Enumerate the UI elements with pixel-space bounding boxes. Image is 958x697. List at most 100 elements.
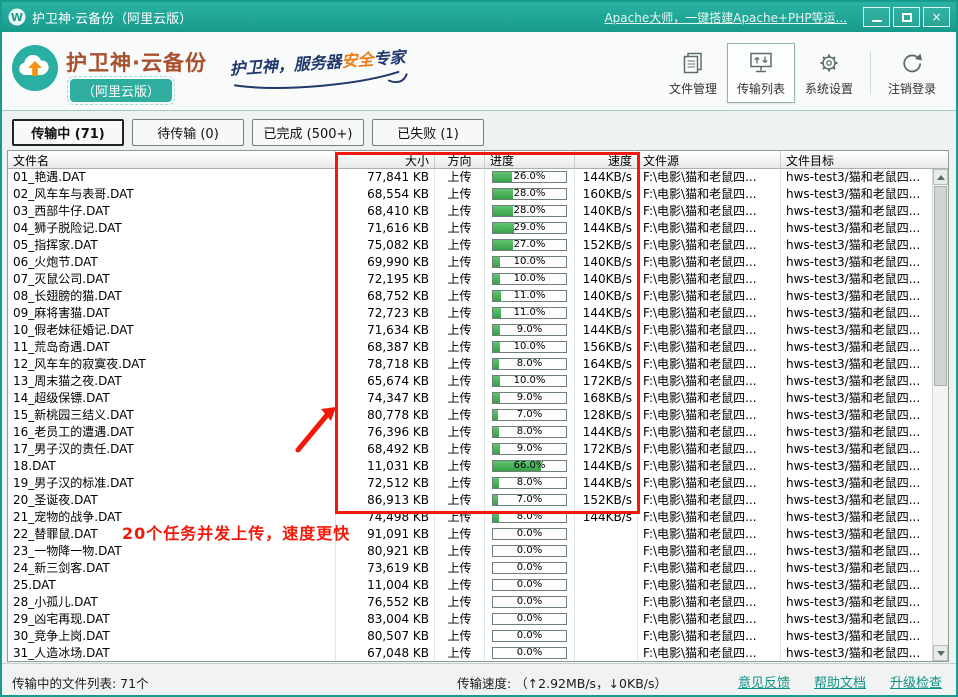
column-header-filename[interactable]: 文件名 (8, 151, 336, 169)
direction-cell: 上传 (435, 288, 485, 305)
table-row[interactable]: 28_小孤儿.DAT76,552 KB上传0.0%F:\电影\猫和老鼠四...h… (8, 594, 932, 611)
table-row[interactable]: 16_老员工的遭遇.DAT76,396 KB上传8.0%144KB/sF:\电影… (8, 424, 932, 441)
table-row[interactable]: 11_荒岛奇遇.DAT68,387 KB上传10.0%156KB/sF:\电影\… (8, 339, 932, 356)
file-size-cell: 68,554 KB (336, 186, 435, 203)
progress-cell: 0.0% (485, 560, 575, 577)
table-row[interactable]: 29_凶宅再现.DAT83,004 KB上传0.0%F:\电影\猫和老鼠四...… (8, 611, 932, 628)
column-header-size[interactable]: 大小 (336, 151, 435, 169)
toolbar-button-logout[interactable]: 注销登录 (878, 43, 946, 103)
progress-cell: 0.0% (485, 611, 575, 628)
target-cell: hws-test3/猫和老鼠四... (781, 390, 932, 407)
file-size-cell: 80,507 KB (336, 628, 435, 645)
table-row[interactable]: 31_人造冰场.DAT67,048 KB上传0.0%F:\电影\猫和老鼠四...… (8, 645, 932, 661)
direction-cell: 上传 (435, 509, 485, 526)
tab-pending[interactable]: 待传输 (0) (132, 119, 244, 146)
scroll-down-button[interactable] (933, 645, 948, 661)
file-name-cell: 30_竞争上岗.DAT (8, 628, 336, 645)
minimize-button[interactable] (863, 7, 890, 27)
table-row[interactable]: 07_灭鼠公司.DAT72,195 KB上传10.0%140KB/sF:\电影\… (8, 271, 932, 288)
file-size-cell: 71,634 KB (336, 322, 435, 339)
column-header-progress[interactable]: 进度 (485, 151, 575, 169)
target-cell: hws-test3/猫和老鼠四... (781, 475, 932, 492)
file-name-cell: 06_火炮节.DAT (8, 254, 336, 271)
file-size-cell: 74,347 KB (336, 390, 435, 407)
column-header-direction[interactable]: 方向 (435, 151, 485, 169)
update-check-link[interactable]: 升级检查 (890, 672, 942, 691)
source-cell: F:\电影\猫和老鼠四... (638, 458, 781, 475)
progress-bar: 0.0% (492, 545, 567, 557)
table-row[interactable]: 08_长翅膀的猫.DAT68,752 KB上传11.0%140KB/sF:\电影… (8, 288, 932, 305)
file-name-cell: 19_男子汉的标准.DAT (8, 475, 336, 492)
main-content: 传输中 (71) 待传输 (0) 已完成 (500+) 已失败 (1) 文件名 … (2, 112, 956, 663)
progress-bar: 29.0% (492, 222, 567, 234)
progress-cell: 10.0% (485, 339, 575, 356)
vertical-scrollbar[interactable] (932, 169, 948, 661)
progress-bar: 11.0% (492, 290, 567, 302)
progress-label: 10.0% (493, 256, 566, 268)
maximize-button[interactable] (893, 7, 920, 27)
progress-bar: 28.0% (492, 205, 567, 217)
file-size-cell: 83,004 KB (336, 611, 435, 628)
tab-failed[interactable]: 已失败 (1) (372, 119, 484, 146)
scroll-up-button[interactable] (933, 169, 948, 185)
table-row[interactable]: 13_周末猫之夜.DAT65,674 KB上传10.0%172KB/sF:\电影… (8, 373, 932, 390)
scroll-down-icon (937, 651, 945, 656)
file-size-cell: 77,841 KB (336, 169, 435, 186)
column-header-speed[interactable]: 速度 (575, 151, 638, 169)
table-row[interactable]: 20_圣诞夜.DAT86,913 KB上传7.0%152KB/sF:\电影\猫和… (8, 492, 932, 509)
file-size-cell: 11,031 KB (336, 458, 435, 475)
direction-cell: 上传 (435, 373, 485, 390)
table-row[interactable]: 24_新三剑客.DAT73,619 KB上传0.0%F:\电影\猫和老鼠四...… (8, 560, 932, 577)
source-cell: F:\电影\猫和老鼠四... (638, 628, 781, 645)
table-row[interactable]: 14_超级保镖.DAT74,347 KB上传9.0%168KB/sF:\电影\猫… (8, 390, 932, 407)
progress-cell: 8.0% (485, 475, 575, 492)
feedback-link[interactable]: 意见反馈 (738, 672, 790, 691)
speed-cell: 144KB/s (575, 475, 638, 492)
file-size-cell: 68,387 KB (336, 339, 435, 356)
help-docs-link[interactable]: 帮助文档 (814, 672, 866, 691)
table-row[interactable]: 02_风车车与表哥.DAT68,554 KB上传28.0%160KB/sF:\电… (8, 186, 932, 203)
gear-icon (816, 50, 842, 76)
table-row[interactable]: 17_男子汉的责任.DAT68,492 KB上传9.0%172KB/sF:\电影… (8, 441, 932, 458)
file-name-cell: 01_艳遇.DAT (8, 169, 336, 186)
table-row[interactable]: 10_假老妹征婚记.DAT71,634 KB上传9.0%144KB/sF:\电影… (8, 322, 932, 339)
file-name-cell: 20_圣诞夜.DAT (8, 492, 336, 509)
toolbar-button-system-settings[interactable]: 系统设置 (795, 43, 863, 103)
progress-bar: 8.0% (492, 477, 567, 489)
statusbar-file-count: 传输中的文件列表: 71个 (12, 673, 149, 692)
tab-completed[interactable]: 已完成 (500+) (252, 119, 364, 146)
tab-transferring[interactable]: 传输中 (71) (12, 119, 124, 146)
column-header-target[interactable]: 文件目标 (781, 151, 948, 169)
table-row[interactable]: 25.DAT11,004 KB上传0.0%F:\电影\猫和老鼠四...hws-t… (8, 577, 932, 594)
scrollbar-thumb[interactable] (934, 186, 947, 386)
toolbar-button-file-manager[interactable]: 文件管理 (659, 43, 727, 103)
table-row[interactable]: 03_西部牛仔.DAT68,410 KB上传28.0%140KB/sF:\电影\… (8, 203, 932, 220)
source-cell: F:\电影\猫和老鼠四... (638, 526, 781, 543)
table-row[interactable]: 30_竞争上岗.DAT80,507 KB上传0.0%F:\电影\猫和老鼠四...… (8, 628, 932, 645)
table-row[interactable]: 18.DAT11,031 KB上传66.0%144KB/sF:\电影\猫和老鼠四… (8, 458, 932, 475)
table-row[interactable]: 04_狮子脱险记.DAT71,616 KB上传29.0%144KB/sF:\电影… (8, 220, 932, 237)
progress-label: 11.0% (493, 290, 566, 302)
speed-cell: 152KB/s (575, 237, 638, 254)
table-row[interactable]: 09_麻将害猫.DAT72,723 KB上传11.0%144KB/sF:\电影\… (8, 305, 932, 322)
progress-cell: 0.0% (485, 645, 575, 661)
speed-cell: 144KB/s (575, 220, 638, 237)
app-logo-icon: W (8, 8, 26, 26)
toolbar-button-transfer-list[interactable]: 传输列表 (727, 43, 795, 103)
table-row[interactable]: 01_艳遇.DAT77,841 KB上传26.0%144KB/sF:\电影\猫和… (8, 169, 932, 186)
table-row[interactable]: 06_火炮节.DAT69,990 KB上传10.0%140KB/sF:\电影\猫… (8, 254, 932, 271)
table-row[interactable]: 12_风车车的寂寞夜.DAT78,718 KB上传8.0%164KB/sF:\电… (8, 356, 932, 373)
speed-cell: 156KB/s (575, 339, 638, 356)
table-row[interactable]: 15_新桃园三结义.DAT80,778 KB上传7.0%128KB/sF:\电影… (8, 407, 932, 424)
table-row[interactable]: 05_指挥家.DAT75,082 KB上传27.0%152KB/sF:\电影\猫… (8, 237, 932, 254)
direction-cell: 上传 (435, 322, 485, 339)
column-header-source[interactable]: 文件源 (638, 151, 781, 169)
target-cell: hws-test3/猫和老鼠四... (781, 288, 932, 305)
table-row[interactable]: 19_男子汉的标准.DAT72,512 KB上传8.0%144KB/sF:\电影… (8, 475, 932, 492)
svg-text:W: W (11, 11, 23, 24)
table-row[interactable]: 23_一物降一物.DAT80,921 KB上传0.0%F:\电影\猫和老鼠四..… (8, 543, 932, 560)
apache-promo-link[interactable]: Apache大师，一键搭建Apache+PHP等运... (604, 9, 847, 26)
progress-label: 0.0% (493, 596, 566, 608)
file-size-cell: 75,082 KB (336, 237, 435, 254)
close-button[interactable]: × (923, 7, 950, 27)
